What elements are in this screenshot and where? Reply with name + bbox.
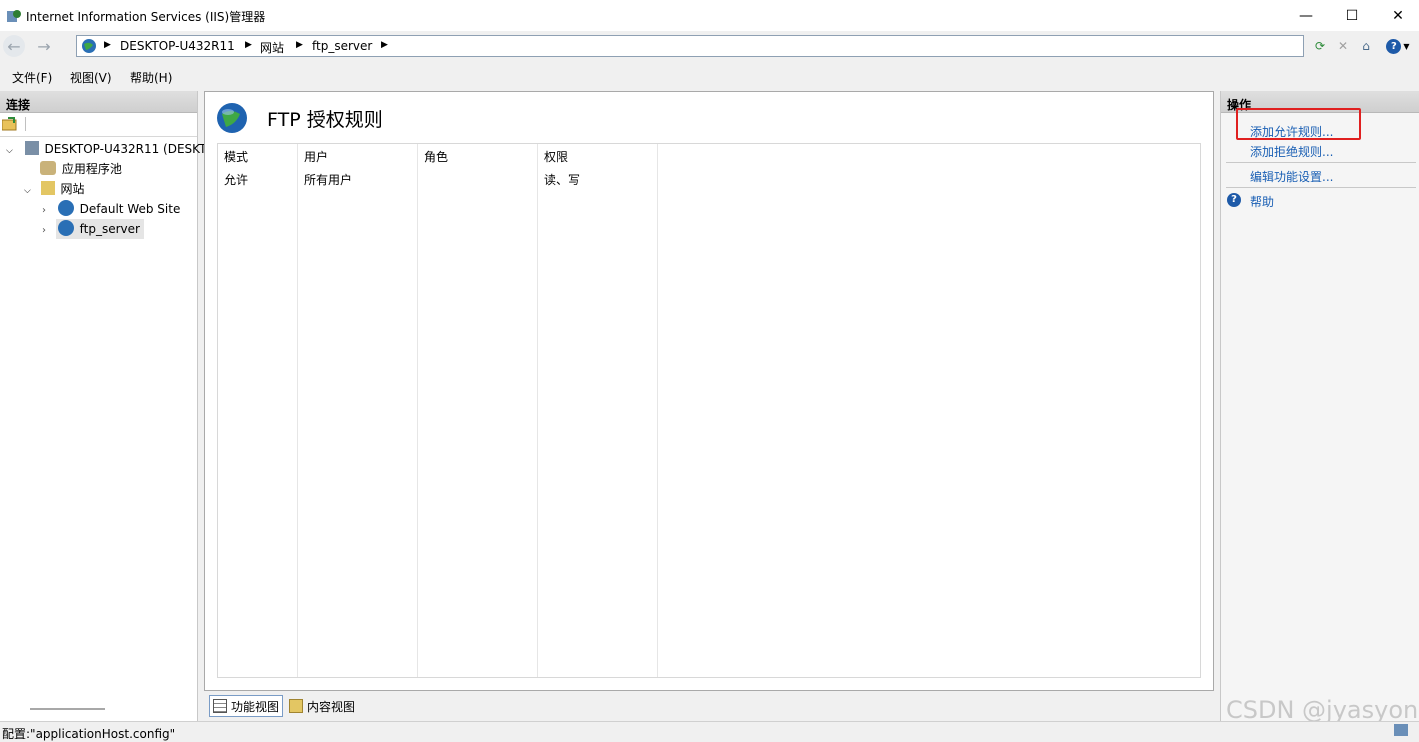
- close-button[interactable]: ✕: [1375, 0, 1419, 31]
- content-view-icon: [289, 699, 303, 713]
- column-header-users[interactable]: 用户: [304, 148, 328, 165]
- table-row[interactable]: 允许 所有用户 读、写: [218, 168, 658, 188]
- help-link[interactable]: 帮助: [1250, 193, 1274, 210]
- app-pool-icon: [40, 161, 56, 175]
- tab-content-view[interactable]: 内容视图: [286, 695, 358, 717]
- globe-icon: [81, 38, 97, 54]
- menu-view[interactable]: 视图(V): [70, 69, 112, 86]
- address-bar[interactable]: ▶ DESKTOP-U432R11 ▶ 网站 ▶ ftp_server ▶: [76, 35, 1304, 57]
- title-bar: Internet Information Services (IIS)管理器 —…: [0, 0, 1419, 31]
- back-arrow-icon[interactable]: ←: [3, 35, 25, 57]
- actions-divider: [1226, 187, 1416, 188]
- cell-permissions: 读、写: [544, 173, 581, 187]
- menu-bar: 文件(F) 视图(V) 帮助(H): [0, 64, 1419, 89]
- refresh-icon[interactable]: ⟳: [1311, 37, 1329, 55]
- help-icon: ?: [1386, 38, 1402, 54]
- website-globe-icon: [57, 200, 74, 216]
- tab-feature-view[interactable]: 功能视图: [209, 695, 284, 717]
- add-allow-rule-link[interactable]: 添加允许规则...: [1250, 123, 1333, 140]
- column-divider: [218, 144, 298, 677]
- tree-label-ftp-server: ftp_server: [79, 222, 140, 236]
- help-icon: ?: [1227, 193, 1241, 207]
- column-divider: [298, 144, 418, 677]
- breadcrumb-separator-icon: ▶: [104, 40, 111, 50]
- connect-icon[interactable]: [1, 117, 18, 131]
- chevron-right-icon: ›: [42, 205, 46, 216]
- toolbar-divider: [25, 117, 26, 131]
- tree-node-app-pools[interactable]: 应用程序池: [40, 159, 122, 179]
- status-text: 配置:"applicationHost.config": [2, 727, 176, 741]
- breadcrumb-separator-icon: ▶: [381, 40, 388, 50]
- breadcrumb-server[interactable]: DESKTOP-U432R11: [120, 39, 235, 53]
- home-icon[interactable]: ⌂: [1357, 37, 1375, 55]
- breadcrumb-sites[interactable]: 网站: [260, 39, 284, 56]
- cell-users: 所有用户: [304, 173, 353, 187]
- feature-title: FTP 授权规则: [267, 109, 383, 131]
- chevron-down-icon: ▼: [1403, 41, 1410, 51]
- server-icon: [24, 141, 39, 155]
- edit-feature-settings-link[interactable]: 编辑功能设置...: [1250, 168, 1333, 185]
- forward-arrow-icon[interactable]: →: [33, 35, 55, 57]
- chevron-right-icon: ›: [42, 225, 46, 236]
- tree-label-app-pools: 应用程序池: [61, 162, 122, 176]
- ftp-globe-icon: [216, 102, 248, 134]
- column-header-roles[interactable]: 角色: [424, 148, 448, 165]
- add-deny-rule-link[interactable]: 添加拒绝规则...: [1250, 143, 1333, 160]
- feature-view-label: 功能视图: [231, 699, 280, 714]
- rules-table: 模式 用户 角色 权限 允许 所有用户 读、写: [217, 143, 1201, 678]
- chevron-down-icon: ⌵: [24, 186, 31, 196]
- cell-mode: 允许: [224, 173, 249, 187]
- connections-pane: 连接 ⌵ DESKTOP-U432R11 (DESKT 应用程序池 ⌵ 网站 ›…: [0, 91, 206, 721]
- tree-node-ftp-server[interactable]: › ftp_server: [42, 219, 144, 239]
- horizontal-scrollbar[interactable]: [30, 708, 105, 710]
- column-header-mode[interactable]: 模式: [224, 148, 248, 165]
- tree-label-server: DESKTOP-U432R11 (DESKT: [44, 142, 207, 156]
- connections-toolbar: [0, 113, 197, 137]
- connections-header: 连接: [0, 91, 197, 113]
- sites-folder-icon: [40, 181, 55, 195]
- content-view-label: 内容视图: [307, 699, 356, 714]
- breadcrumb-ftp-server[interactable]: ftp_server: [312, 39, 372, 53]
- tree-selected-highlight: ftp_server: [55, 219, 144, 239]
- tree-node-default-site[interactable]: › Default Web Site: [42, 199, 180, 219]
- tree-node-server[interactable]: ⌵ DESKTOP-U432R11 (DESKT: [6, 139, 206, 159]
- breadcrumb-separator-icon: ▶: [296, 40, 303, 50]
- server-status-icon: [1394, 724, 1408, 736]
- chevron-down-icon: ⌵: [6, 146, 13, 156]
- tree-label-sites: 网站: [60, 182, 85, 196]
- menu-help[interactable]: 帮助(H): [130, 69, 172, 86]
- iis-app-icon: [6, 8, 22, 24]
- column-divider: [538, 144, 658, 677]
- maximize-button[interactable]: ☐: [1329, 0, 1375, 31]
- tree-node-sites[interactable]: ⌵ 网站: [24, 179, 85, 199]
- window-title: Internet Information Services (IIS)管理器: [26, 10, 266, 24]
- stop-icon[interactable]: ✕: [1334, 37, 1352, 55]
- watermark: CSDN @jyasyon: [1226, 696, 1419, 724]
- feature-view-icon: [213, 699, 227, 713]
- website-globe-icon: [57, 220, 74, 236]
- actions-divider: [1226, 162, 1416, 163]
- tree-label-default-site: Default Web Site: [79, 202, 181, 216]
- status-bar: 配置:"applicationHost.config": [0, 721, 1419, 741]
- connections-tree: ⌵ DESKTOP-U432R11 (DESKT 应用程序池 ⌵ 网站 › De…: [0, 137, 206, 257]
- column-header-permissions[interactable]: 权限: [544, 148, 568, 165]
- breadcrumb-separator-icon: ▶: [245, 40, 252, 50]
- actions-pane: 操作: [1220, 91, 1419, 721]
- help-dropdown-button[interactable]: ? ▼: [1384, 37, 1412, 55]
- minimize-button[interactable]: —: [1283, 0, 1329, 31]
- column-divider: [418, 144, 538, 677]
- menu-file[interactable]: 文件(F): [12, 69, 52, 86]
